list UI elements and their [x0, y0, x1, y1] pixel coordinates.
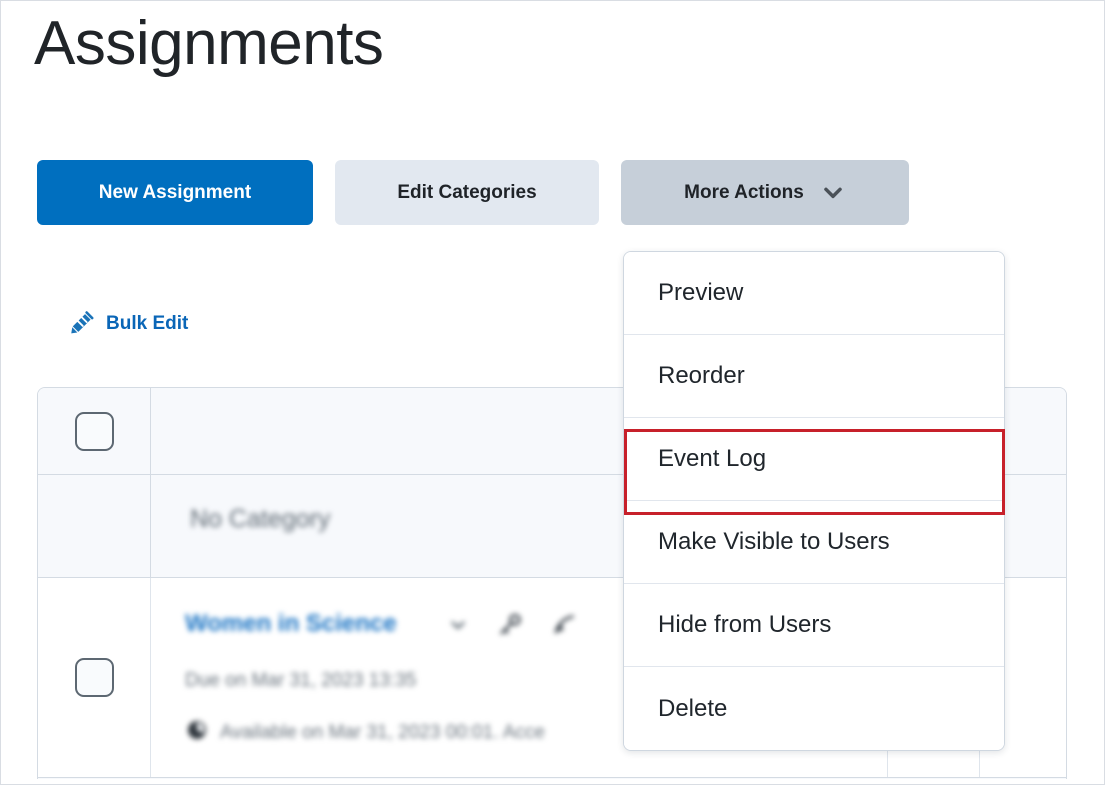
menu-item-hide-from-users[interactable]: Hide from Users — [624, 584, 1004, 667]
menu-item-delete[interactable]: Delete — [624, 667, 1004, 750]
chevron-down-icon[interactable] — [447, 614, 469, 641]
menu-item-label: Preview — [658, 279, 744, 306]
assignment-row-icons — [447, 612, 577, 643]
chevron-down-icon — [820, 180, 846, 206]
more-actions-label: More Actions — [684, 181, 804, 203]
clock-icon — [185, 718, 209, 747]
assignment-title-link[interactable]: Women in Science — [185, 610, 397, 638]
menu-item-label: Make Visible to Users — [658, 528, 890, 555]
page-title: Assignments — [34, 9, 384, 78]
new-assignment-label: New Assignment — [98, 181, 252, 203]
select-all-checkbox[interactable] — [74, 411, 114, 451]
key-icon[interactable] — [497, 612, 523, 643]
menu-item-label: Delete — [658, 694, 728, 722]
more-actions-menu: Preview Reorder Event Log Make Visible t… — [623, 251, 1005, 751]
menu-item-reorder[interactable]: Reorder — [624, 335, 1004, 418]
publish-icon[interactable] — [551, 612, 577, 643]
assignment-availability-text: Available on Mar 31, 2023 00:01. Acce — [220, 721, 545, 743]
menu-item-label: Reorder — [658, 362, 745, 389]
assignment-availability-row: Available on Mar 31, 2023 00:01. Acce — [185, 718, 545, 747]
category-name: No Category — [190, 505, 331, 533]
new-assignment-button[interactable]: New Assignment — [37, 160, 313, 225]
menu-item-label: Event Log — [658, 445, 767, 472]
edit-categories-label: Edit Categories — [397, 181, 537, 203]
row-select-checkbox[interactable] — [74, 658, 114, 697]
edit-categories-button[interactable]: Edit Categories — [335, 160, 599, 225]
menu-item-event-log[interactable]: Event Log — [624, 418, 1004, 501]
assignment-due-date: Due on Mar 31, 2023 13:35 — [185, 670, 417, 691]
menu-item-preview[interactable]: Preview — [624, 252, 1004, 335]
assignments-page: Assignments New Assignment Edit Categori… — [0, 0, 1105, 785]
bulk-edit-label: Bulk Edit — [106, 313, 189, 334]
more-actions-button[interactable]: More Actions — [621, 160, 909, 225]
menu-item-label: Hide from Users — [658, 611, 832, 638]
menu-item-make-visible-to-users[interactable]: Make Visible to Users — [624, 501, 1004, 584]
select-all-cell — [38, 388, 151, 474]
pencil-icon — [69, 311, 95, 337]
category-check-cell — [38, 475, 151, 577]
bulk-edit-link[interactable]: Bulk Edit — [69, 311, 188, 337]
row-check-cell — [38, 578, 151, 777]
